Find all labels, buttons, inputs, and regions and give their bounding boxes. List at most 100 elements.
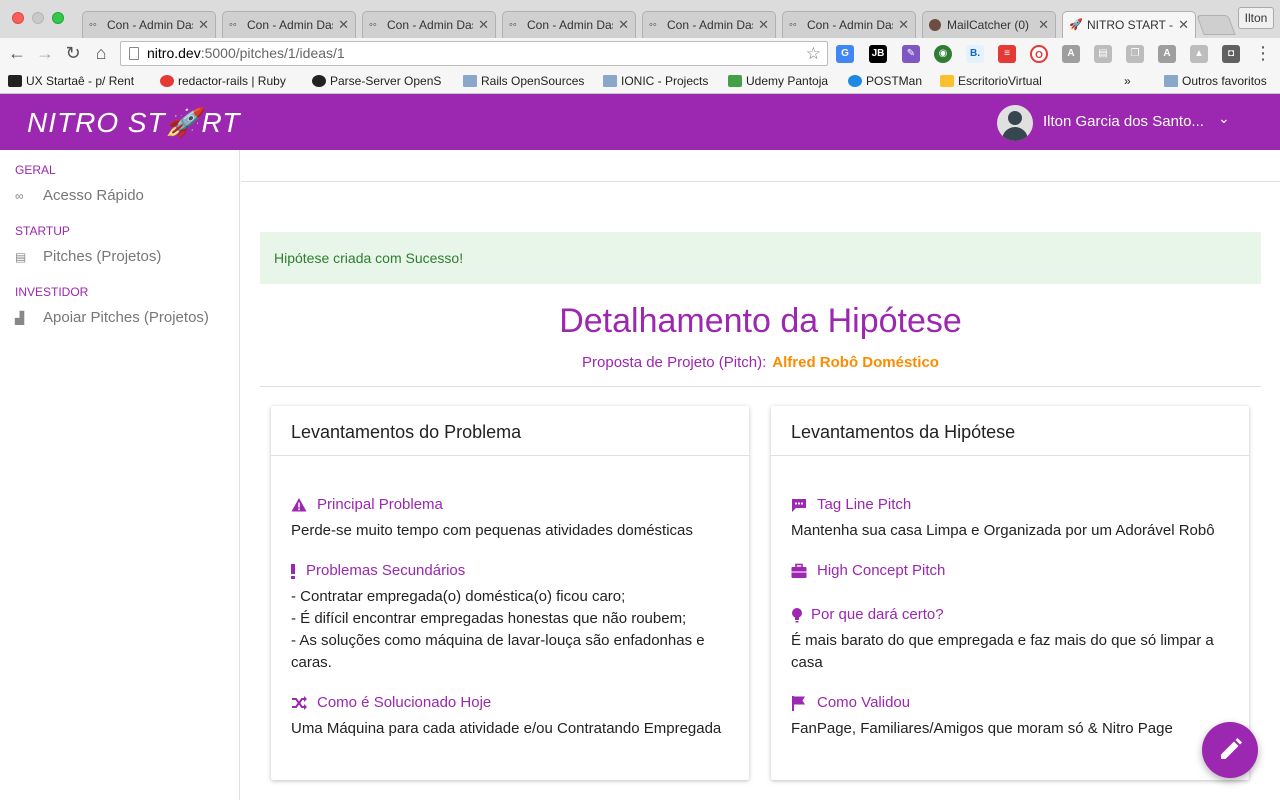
pencil-icon [1221, 738, 1242, 759]
sidebar-item-pitches[interactable]: ▤ Pitches (Projetos) [15, 248, 161, 265]
mailcatcher-icon [929, 19, 941, 31]
clipboard-icon: ▤ [15, 250, 27, 264]
jetbrains-icon[interactable]: JB [869, 45, 887, 63]
browser-tab[interactable]: ◦◦ Con - Admin Das ✕ [642, 11, 776, 38]
bookmark-item[interactable]: Parse-Server OpenS [312, 74, 441, 88]
behance-icon[interactable]: B. [966, 45, 984, 63]
copy-icon[interactable]: ❐ [1126, 45, 1144, 63]
maximize-window-button[interactable] [52, 12, 64, 24]
glasses-icon: ◦◦ [649, 19, 657, 31]
todoist-icon[interactable]: ≡ [998, 45, 1016, 63]
bookmark-item[interactable]: redactor-rails | Ruby [160, 74, 286, 88]
sidebar-item-apoiar-pitches[interactable]: ▟ Apoiar Pitches (Projetos) [15, 309, 209, 326]
browser-tab[interactable]: MailCatcher (0) ✕ [922, 11, 1056, 38]
stack-icon[interactable]: ▤ [1094, 45, 1112, 63]
bookmarks-overflow[interactable]: » [1124, 74, 1131, 88]
section-heading: Como é Solucionado Hoje [317, 694, 492, 711]
section-principal-problema: Principal Problema Perde-se muito tempo … [291, 495, 729, 542]
sidebar-header-geral: GERAL [15, 163, 56, 177]
bookmark-item[interactable]: IONIC - Projects [603, 74, 708, 88]
bookmark-star-icon[interactable]: ☆ [806, 42, 821, 65]
globe-icon[interactable]: ◉ [934, 45, 952, 63]
house-icon [940, 75, 954, 87]
forward-icon[interactable]: → [34, 42, 56, 64]
menu-icon[interactable]: ⋮ [1252, 42, 1274, 64]
avatar[interactable] [997, 105, 1033, 141]
browser-tab[interactable]: ◦◦ Con - Admin Das ✕ [782, 11, 916, 38]
back-icon[interactable]: ← [6, 42, 28, 64]
eyedropper-icon[interactable]: ✎ [902, 45, 920, 63]
other-bookmarks[interactable]: Outros favoritos [1164, 74, 1267, 88]
pitch-label: Proposta de Projeto (Pitch): [582, 354, 767, 371]
chat-icon [792, 499, 806, 512]
close-icon[interactable]: ✕ [1038, 17, 1049, 33]
bookmark-item[interactable]: UX Startaê - p/ Rent [8, 74, 134, 88]
briefcase-icon [791, 563, 807, 578]
close-icon[interactable]: ✕ [1178, 17, 1189, 33]
flag-icon [792, 696, 805, 711]
browser-tab[interactable]: ◦◦ Con - Admin Das ✕ [222, 11, 356, 38]
bookmark-item[interactable]: EscritorioVirtual [940, 74, 1042, 88]
divider [241, 181, 1280, 182]
exclamation-icon [291, 564, 295, 579]
card-title: Levantamentos da Hipótese [791, 422, 1016, 442]
browser-tab-active[interactable]: 🚀 NITRO START - I ✕ [1062, 11, 1196, 39]
sidebar-item-acesso-rapido[interactable]: ∞ Acesso Rápido [15, 187, 144, 204]
ruby-icon [160, 75, 174, 87]
user-name[interactable]: Ilton Garcia dos Santo... [1043, 113, 1204, 130]
github-icon [312, 75, 326, 87]
chevron-down-icon[interactable]: ⌄ [1218, 110, 1230, 127]
rocket-icon: 🚀 [1069, 19, 1083, 31]
pitch-name[interactable]: Alfred Robô Doméstico [772, 354, 939, 371]
problem-card: Levantamentos do Problema Principal Prob… [271, 406, 749, 780]
bookmark-item[interactable]: POSTMan [848, 74, 922, 88]
profile-button[interactable]: Ilton [1238, 7, 1274, 29]
bookmark-item[interactable]: Rails OpenSources [463, 74, 584, 88]
pitch-line: Proposta de Projeto (Pitch): Alfred Robô … [241, 354, 1280, 371]
bookmark-item[interactable]: Udemy Pantoja [728, 74, 828, 88]
section-body: É mais barato do que empregada e faz mai… [791, 632, 1214, 671]
app-logo[interactable]: NITRO ST🚀RT [27, 106, 240, 139]
close-window-button[interactable] [12, 12, 24, 24]
folder-icon [1164, 75, 1178, 87]
thumbs-up-icon: ▟ [15, 311, 25, 325]
new-tab-button[interactable] [1196, 15, 1236, 35]
section-heading: Por que dará certo? [811, 606, 944, 623]
close-icon[interactable]: ✕ [898, 17, 909, 33]
browser-tab[interactable]: ◦◦ Con - Admin Das ✕ [362, 11, 496, 38]
minimize-window-button[interactable] [32, 12, 44, 24]
section-high-concept-pitch: High Concept Pitch [791, 561, 1229, 586]
reload-icon[interactable]: ↻ [62, 42, 84, 64]
bookmarks-bar: UX Startaê - p/ Rent redactor-rails | Ru… [0, 70, 1280, 94]
google-translate-icon[interactable]: G [836, 45, 854, 63]
folder-icon [603, 75, 617, 87]
address-bar[interactable]: nitro.dev:5000/pitches/1/ideas/1 ☆ [120, 41, 828, 66]
card-title: Levantamentos do Problema [291, 422, 522, 442]
browser-tab[interactable]: ◦◦ Con - Admin Das ✕ [502, 11, 636, 38]
close-icon[interactable]: ✕ [758, 17, 769, 33]
pen-icon [8, 75, 22, 87]
section-body: Uma Máquina para cada atividade e/ou Con… [291, 720, 722, 737]
close-icon[interactable]: ✕ [338, 17, 349, 33]
folder-icon [463, 75, 477, 87]
angular-gray-icon[interactable]: A [1158, 45, 1176, 63]
udemy-icon [728, 75, 742, 87]
hypothesis-card: Levantamentos da Hipótese Tag Line Pitch… [771, 406, 1249, 780]
opera-icon[interactable]: O [1030, 45, 1048, 63]
glasses-icon: ◦◦ [89, 19, 97, 31]
edit-button[interactable] [1202, 722, 1258, 778]
divider [771, 455, 1249, 456]
globe-icon [848, 75, 862, 87]
angular-icon[interactable]: A [1062, 45, 1080, 63]
close-icon[interactable]: ✕ [478, 17, 489, 33]
drive-icon[interactable]: ▲ [1190, 45, 1208, 63]
sidebar-header-startup: STARTUP [15, 224, 70, 238]
close-icon[interactable]: ✕ [618, 17, 629, 33]
browser-tab[interactable]: ◦◦ Con - Admin Das ✕ [82, 11, 216, 38]
camera-icon[interactable]: ◘ [1222, 45, 1240, 63]
close-icon[interactable]: ✕ [198, 17, 209, 33]
home-icon[interactable]: ⌂ [90, 42, 112, 64]
glasses-icon: ◦◦ [789, 19, 797, 31]
section-heading: Tag Line Pitch [817, 496, 912, 513]
shuffle-icon [292, 696, 307, 710]
